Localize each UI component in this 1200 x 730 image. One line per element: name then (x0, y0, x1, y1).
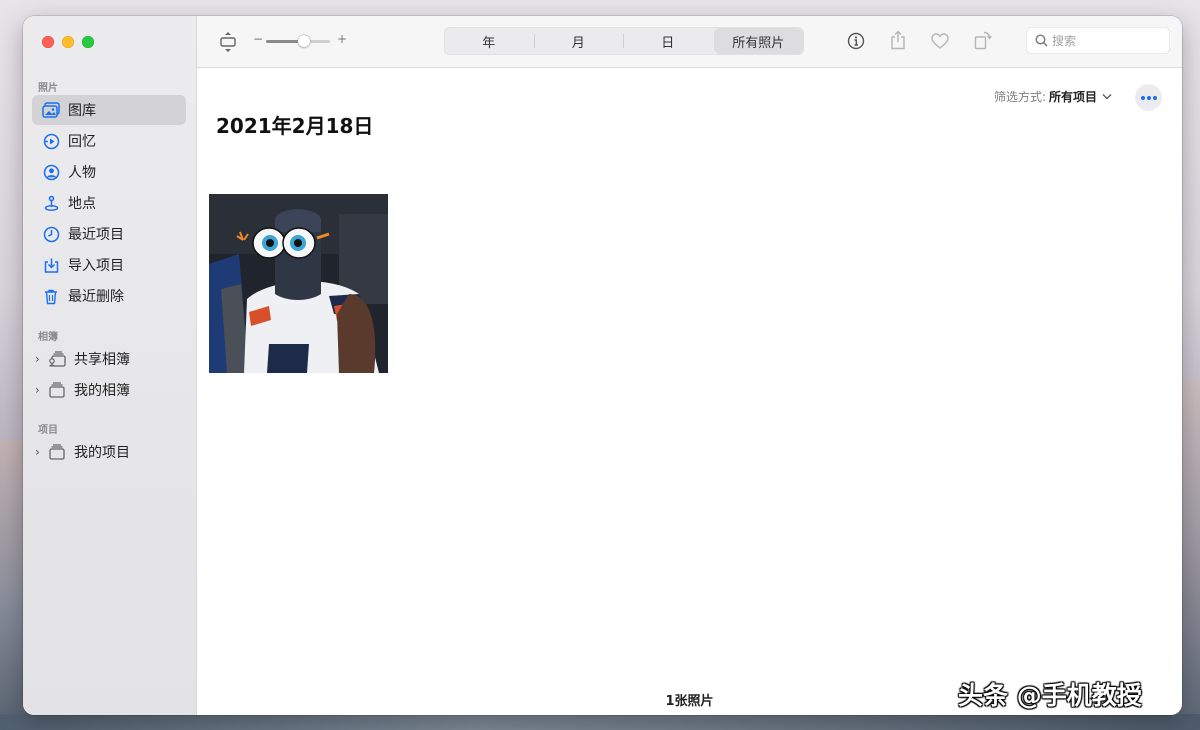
places-icon (40, 192, 62, 214)
tab-days[interactable]: 日 (623, 27, 713, 55)
tab-months[interactable]: 月 (533, 27, 624, 55)
sidebar-item-import[interactable]: 导入项目 (32, 250, 186, 280)
chevron-down-icon (1102, 93, 1112, 100)
section-title-projects: 项目 (38, 425, 58, 436)
desktop-wallpaper-bottom (0, 714, 1200, 730)
shared-album-icon (46, 348, 68, 370)
import-icon (40, 254, 62, 276)
sidebar-item-shared-albums[interactable]: › 共享相簿 (32, 344, 186, 374)
info-icon[interactable] (847, 32, 865, 54)
fullscreen-window-button[interactable] (82, 36, 94, 48)
date-heading: 2021年2月18日 (216, 114, 374, 138)
sidebar-item-recently-deleted[interactable]: 最近删除 (32, 281, 186, 311)
more-options-button[interactable] (1135, 84, 1162, 111)
filter-value: 所有项目 (1048, 90, 1097, 104)
share-icon[interactable] (890, 30, 906, 54)
photo-thumbnail[interactable] (209, 194, 388, 373)
zoom-slider[interactable] (266, 35, 330, 47)
minimize-window-button[interactable] (62, 36, 74, 48)
sidebar-item-label: 共享相簿 (74, 352, 130, 368)
trash-icon (40, 285, 62, 307)
toolbar: − + 年 月 日 所有照片 搜索 (197, 16, 1182, 68)
sidebar-item-label: 最近项目 (68, 227, 124, 243)
zoom-in-button[interactable]: + (337, 32, 347, 46)
sidebar-item-recent[interactable]: 最近项目 (32, 219, 186, 249)
zoom-out-button[interactable]: − (253, 32, 263, 46)
sidebar-item-label: 回忆 (68, 134, 96, 150)
library-icon (40, 99, 62, 121)
close-window-button[interactable] (42, 36, 54, 48)
rotate-icon[interactable] (974, 30, 992, 54)
photo-image (209, 194, 388, 373)
chevron-right-icon[interactable]: › (35, 445, 40, 459)
zoom-slider-knob[interactable] (298, 35, 311, 47)
chevron-right-icon[interactable]: › (35, 352, 40, 366)
sidebar-item-my-albums[interactable]: › 我的相簿 (32, 375, 186, 405)
watermark-text: 头条 @手机教授 (958, 681, 1142, 710)
chevron-right-icon[interactable]: › (35, 383, 40, 397)
tab-all-photos[interactable]: 所有照片 (713, 28, 803, 54)
sidebar-item-label: 最近删除 (68, 289, 124, 305)
sidebar-item-label: 我的项目 (74, 445, 130, 461)
sidebar-item-label: 图库 (68, 103, 96, 119)
sidebar-item-label: 人物 (68, 165, 96, 181)
search-icon (1035, 34, 1048, 47)
section-title-albums: 相簿 (38, 332, 58, 343)
people-icon (40, 161, 62, 183)
sidebar-item-memories[interactable]: 回忆 (32, 126, 186, 156)
memories-icon (40, 130, 62, 152)
window-controls (42, 36, 94, 48)
search-field[interactable]: 搜索 (1026, 27, 1170, 54)
fit-aspect-icon[interactable] (219, 31, 237, 57)
recent-icon (40, 223, 62, 245)
sidebar-item-people[interactable]: 人物 (32, 157, 186, 187)
sidebar-item-library[interactable]: 图库 (32, 95, 186, 125)
favorite-heart-icon[interactable] (931, 33, 949, 53)
section-title-photos: 照片 (38, 83, 58, 94)
ellipsis-icon (1140, 95, 1145, 100)
sidebar: 照片 图库 回忆 人物 地点 最近项目 导入项目 最近删除 相簿 › 共享相簿 … (23, 16, 197, 715)
project-stack-icon (46, 441, 68, 463)
sidebar-item-label: 导入项目 (68, 258, 124, 274)
search-placeholder: 搜索 (1052, 34, 1077, 48)
album-stack-icon (46, 379, 68, 401)
sidebar-item-label: 我的相簿 (74, 383, 130, 399)
filter-label: 筛选方式: (993, 90, 1046, 104)
sidebar-item-label: 地点 (68, 196, 96, 212)
photo-grid-area: 筛选方式: 所有项目 2021年2月18日 1张照片 (197, 68, 1182, 715)
sidebar-item-places[interactable]: 地点 (32, 188, 186, 218)
sidebar-item-my-projects[interactable]: › 我的项目 (32, 437, 186, 467)
photos-window: 照片 图库 回忆 人物 地点 最近项目 导入项目 最近删除 相簿 › 共享相簿 … (23, 16, 1182, 715)
tab-years[interactable]: 年 (444, 27, 534, 55)
filter-dropdown[interactable]: 筛选方式: 所有项目 (994, 88, 1112, 105)
view-segmented-control: 年 月 日 所有照片 (444, 27, 804, 55)
